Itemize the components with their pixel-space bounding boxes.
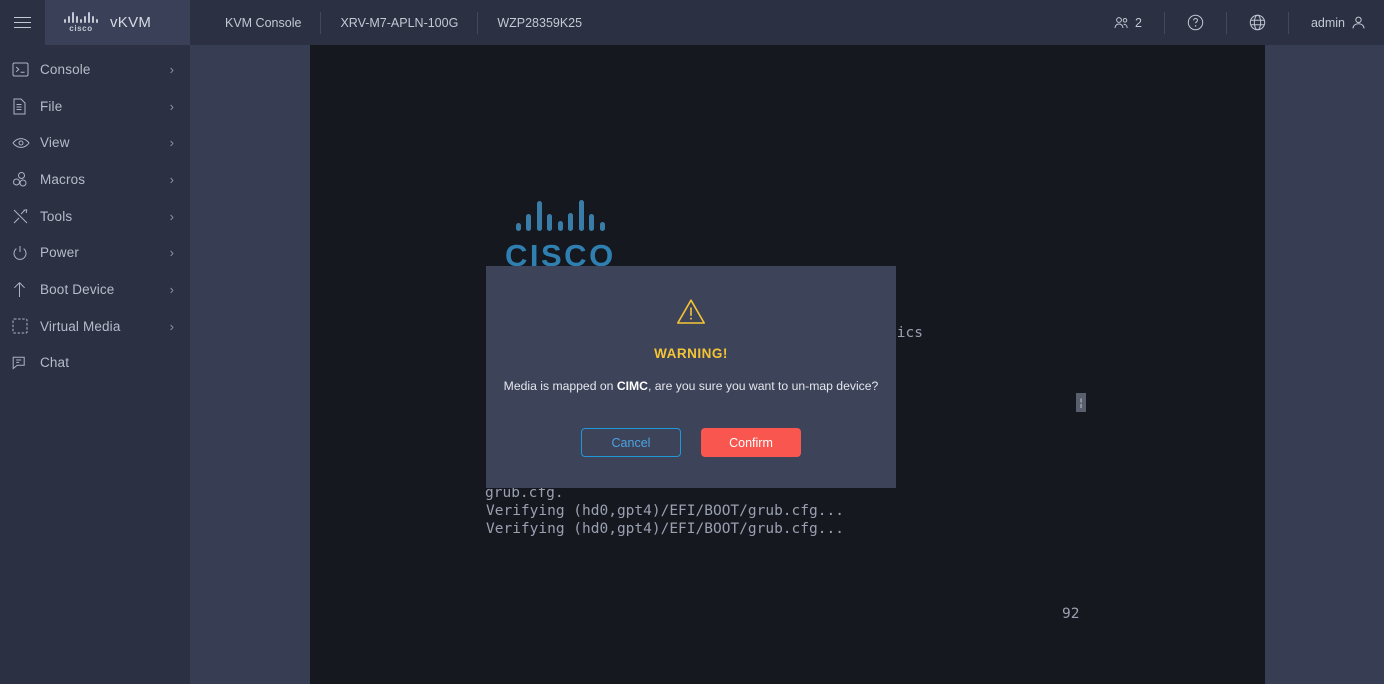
tools-icon [12, 208, 40, 225]
sidebar-item-label: Chat [40, 355, 70, 371]
terminal-counter: 92 [1062, 606, 1080, 622]
warning-triangle-icon [677, 299, 705, 324]
console-icon [12, 62, 40, 77]
terminal-cisco-bars [515, 197, 605, 231]
arrow-up-icon [12, 281, 40, 298]
connected-users[interactable]: 2 [1092, 11, 1165, 34]
hamburger-icon[interactable] [0, 0, 45, 45]
user-menu[interactable]: admin [1289, 12, 1366, 34]
confirm-button[interactable]: Confirm [701, 428, 801, 458]
sidebar-item-virtual-media[interactable]: Virtual Media › [0, 308, 190, 345]
sidebar-item-label: Virtual Media [40, 318, 121, 334]
app-header: cisco vKVM KVM Console XRV-M7-APLN-100G … [0, 0, 1384, 45]
header-right-actions: 2 admin [1092, 0, 1384, 45]
user-icon [1352, 16, 1365, 29]
file-icon [12, 98, 40, 115]
users-icon [1114, 17, 1128, 29]
tab-serial-number[interactable]: WZP28359K25 [478, 12, 601, 34]
sidebar-item-label: View [40, 135, 70, 151]
app-title: vKVM [110, 14, 152, 31]
eye-icon [12, 137, 40, 149]
connected-users-count: 2 [1135, 15, 1142, 30]
vkvm-app: cisco vKVM KVM Console XRV-M7-APLN-100G … [0, 0, 1384, 684]
unmap-warning-dialog: WARNING! Media is mapped on CIMC, are yo… [486, 266, 896, 488]
dialog-message-highlight: CIMC [616, 379, 648, 393]
terminal-cisco-logo-icon: CISCO [505, 197, 616, 274]
chevron-right-icon: › [169, 208, 174, 224]
header-tabs: KVM Console XRV-M7-APLN-100G WZP28359K25 [206, 0, 601, 45]
chevron-right-icon: › [169, 171, 174, 187]
chevron-right-icon: › [169, 61, 174, 77]
globe-icon [1249, 14, 1266, 31]
sidebar-item-label: Macros [40, 171, 86, 187]
sidebar-item-label: File [40, 98, 63, 114]
sidebar-item-power[interactable]: Power › [0, 234, 190, 271]
sidebar-item-chat[interactable]: Chat [0, 345, 190, 382]
terminal-line: Verifying (hd0,gpt4)/EFI/BOOT/grub.cfg..… [486, 503, 844, 519]
sidebar-item-boot-device[interactable]: Boot Device › [0, 271, 190, 308]
sidebar-item-tools[interactable]: Tools › [0, 198, 190, 235]
hamburger-bar [14, 17, 31, 18]
dialog-title: WARNING! [654, 346, 728, 361]
user-menu-label: admin [1310, 15, 1345, 30]
chevron-right-icon: › [169, 245, 174, 261]
sidebar-item-label: Console [40, 61, 91, 77]
virtual-media-icon [12, 318, 40, 334]
chevron-right-icon: › [169, 135, 174, 151]
dialog-message: Media is mapped on CIMC, are you sure yo… [504, 378, 879, 395]
terminal-line: Verifying (hd0,gpt4)/EFI/BOOT/grub.cfg..… [486, 521, 844, 537]
chevron-right-icon: › [169, 318, 174, 334]
chat-icon [12, 355, 40, 371]
sidebar-item-view[interactable]: View › [0, 124, 190, 161]
chevron-right-icon: › [169, 281, 174, 297]
dialog-message-suffix: , are you sure you want to un-map device… [647, 379, 879, 393]
chevron-right-icon: › [169, 98, 174, 114]
hamburger-bar [14, 27, 31, 28]
tab-kvm-console[interactable]: KVM Console [206, 11, 322, 34]
right-filler-panel [1265, 45, 1384, 684]
dialog-actions: Cancel Confirm [581, 428, 801, 458]
sidebar-item-label: Tools [40, 208, 73, 224]
sidebar-item-console[interactable]: Console › [0, 51, 190, 88]
sidebar-item-label: Boot Device [40, 281, 115, 297]
help-circle-icon [1187, 14, 1204, 31]
left-filler-panel [190, 45, 310, 684]
cisco-bars [64, 12, 98, 23]
help-button[interactable] [1165, 11, 1227, 34]
sidebar: Console › File › View › Macros › Tools ›… [0, 45, 190, 684]
sidebar-item-macros[interactable]: Macros › [0, 161, 190, 198]
power-icon [12, 245, 40, 261]
brand: cisco vKVM [45, 0, 190, 45]
language-button[interactable] [1227, 11, 1289, 34]
hamburger-bar [14, 22, 31, 23]
sidebar-item-label: Power [40, 245, 80, 261]
cancel-button[interactable]: Cancel [581, 428, 681, 458]
sidebar-item-file[interactable]: File › [0, 88, 190, 125]
tab-server-name[interactable]: XRV-M7-APLN-100G [321, 11, 479, 34]
dialog-message-prefix: Media is mapped on [503, 379, 617, 393]
macros-icon [12, 171, 40, 188]
terminal-cursor: ¦ [1076, 393, 1086, 412]
cisco-logo-icon: cisco [64, 12, 98, 33]
cisco-wordmark: cisco [69, 24, 93, 33]
